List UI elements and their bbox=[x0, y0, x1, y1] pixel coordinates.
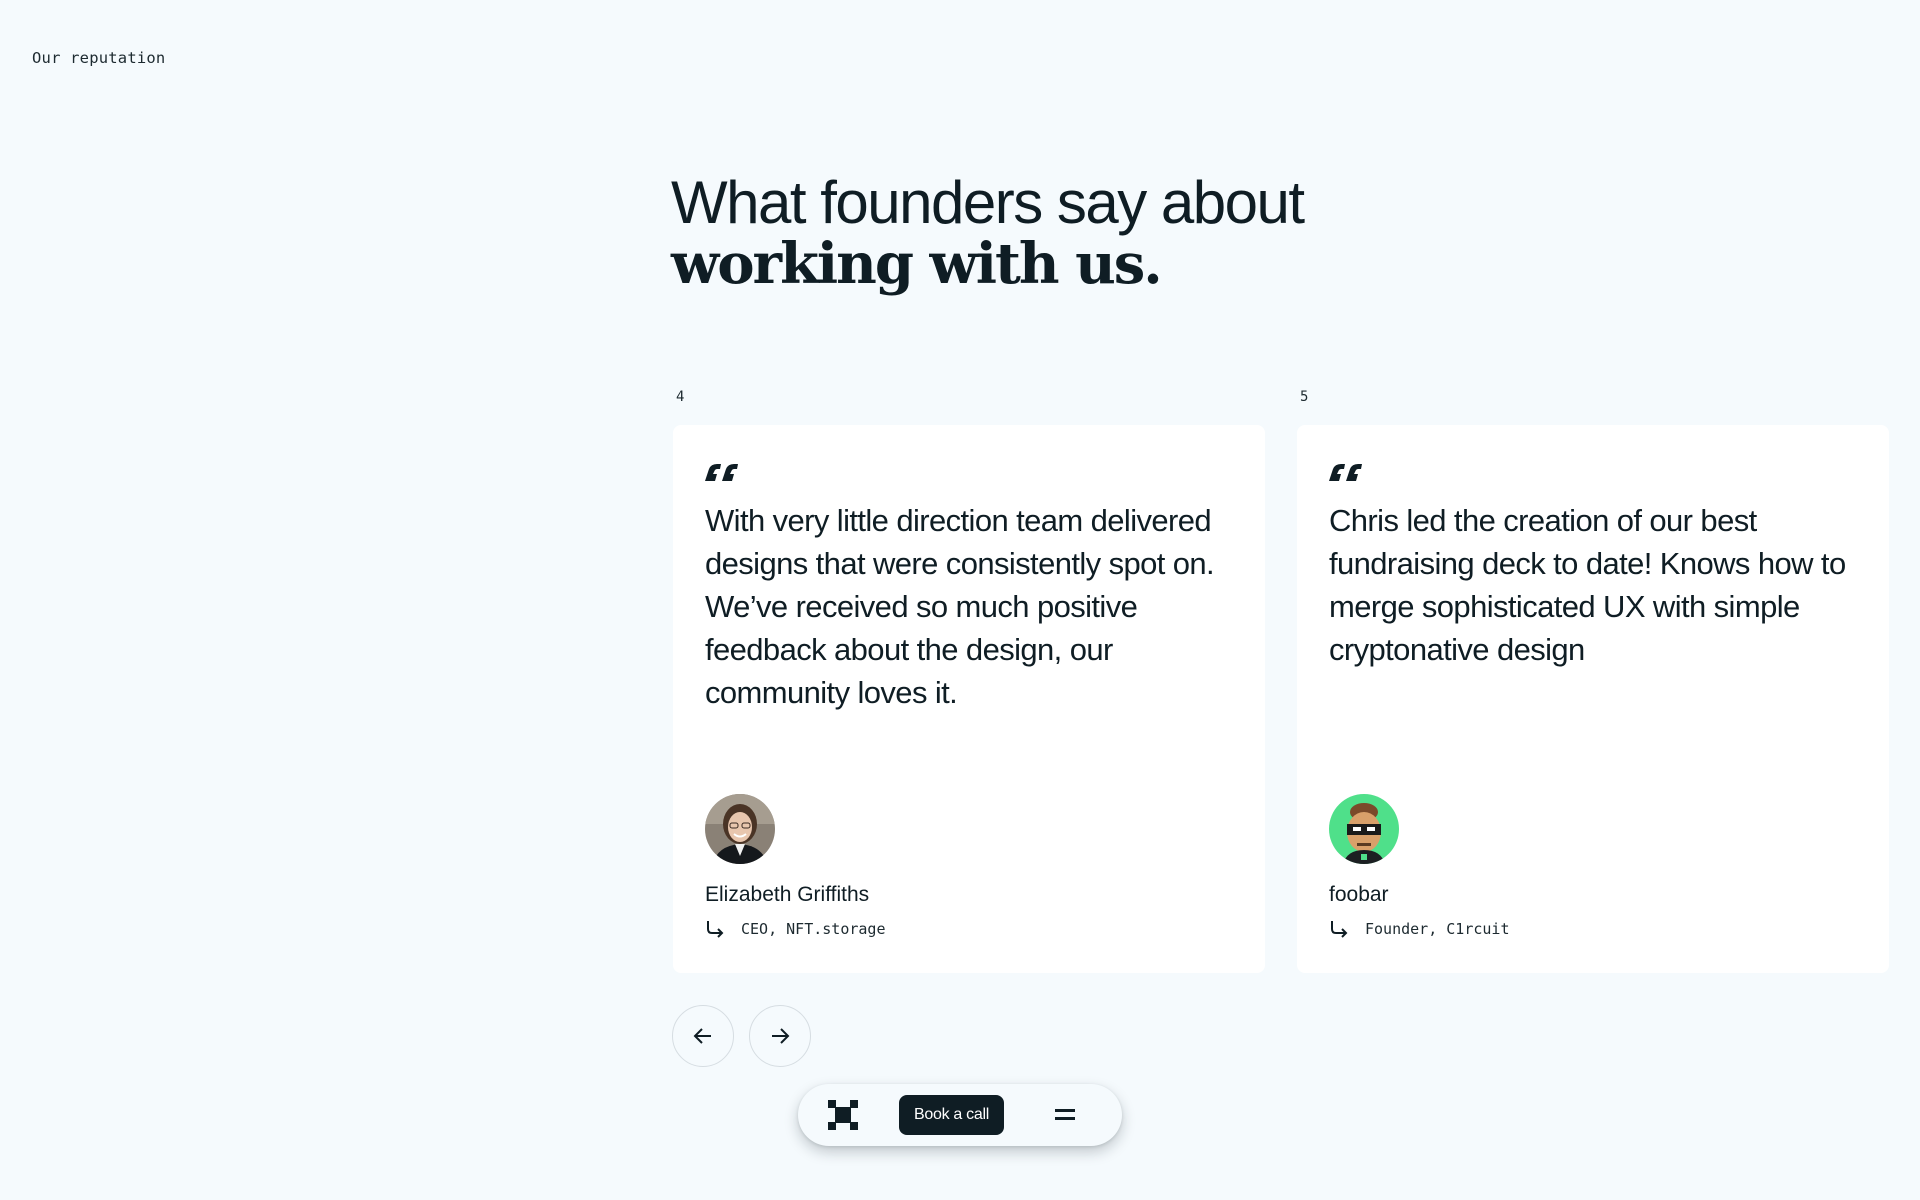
prev-testimonial-button[interactable] bbox=[672, 1005, 734, 1067]
testimonial-card: Chris led the creation of our best fundr… bbox=[1297, 425, 1889, 973]
author-role-text: Founder, C1rcuit bbox=[1365, 920, 1510, 938]
author-role-text: CEO, NFT.storage bbox=[741, 920, 886, 938]
testimonial-card: With very little direction team delivere… bbox=[673, 425, 1265, 973]
menu-icon bbox=[1055, 1109, 1075, 1120]
testimonial-quote: With very little direction team delivere… bbox=[705, 503, 1215, 710]
page-title: What founders say about working with us. bbox=[671, 169, 1305, 297]
quote-icon bbox=[1329, 464, 1362, 481]
arrow-right-icon bbox=[772, 1028, 790, 1044]
testimonial-index: 4 bbox=[676, 389, 685, 405]
return-arrow-icon bbox=[707, 921, 724, 938]
book-a-call-button[interactable]: Book a call bbox=[899, 1095, 1004, 1135]
author-role: Founder, C1rcuit bbox=[1329, 919, 1510, 939]
brand-logo-icon[interactable] bbox=[828, 1100, 858, 1130]
arrow-left-icon bbox=[693, 1028, 711, 1044]
author-name: foobar bbox=[1329, 883, 1389, 906]
section-label: Our reputation bbox=[32, 49, 166, 67]
menu-button[interactable] bbox=[1052, 1102, 1078, 1128]
testimonial-quote: Chris led the creation of our best fundr… bbox=[1329, 503, 1846, 667]
author-name: Elizabeth Griffiths bbox=[705, 883, 870, 906]
avatar bbox=[705, 794, 775, 864]
next-testimonial-button[interactable] bbox=[749, 1005, 811, 1067]
return-arrow-icon bbox=[1331, 921, 1348, 938]
bottom-action-bar: Book a call bbox=[798, 1084, 1122, 1146]
author-role: CEO, NFT.storage bbox=[705, 919, 886, 939]
testimonial-index: 5 bbox=[1300, 389, 1309, 405]
page-title-line-1: What founders say about bbox=[671, 169, 1305, 236]
avatar bbox=[1329, 794, 1399, 864]
quote-icon bbox=[705, 464, 738, 481]
page-title-line-2: working with us. bbox=[671, 231, 1163, 297]
